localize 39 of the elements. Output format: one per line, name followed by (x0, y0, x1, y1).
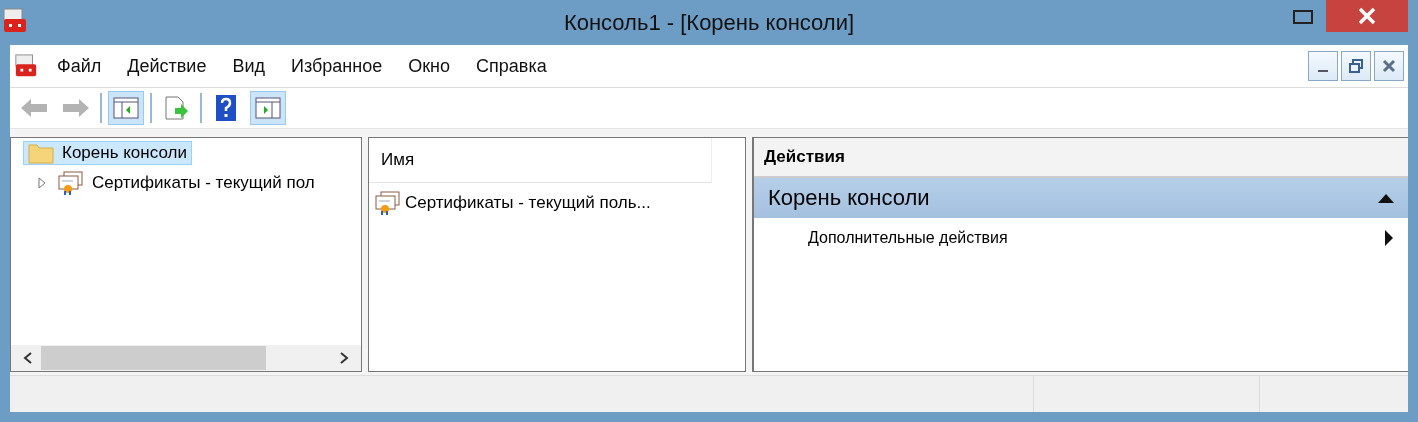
minimize-button[interactable] (1308, 51, 1338, 81)
toolbox-icon (14, 54, 38, 78)
folder-icon (28, 142, 54, 164)
maximize-icon (1293, 10, 1313, 24)
menu-item[interactable]: Действие (114, 55, 220, 77)
export-list-icon (163, 96, 189, 120)
close-icon (1382, 59, 1396, 73)
action-section[interactable]: Корень консоли (754, 178, 1408, 218)
help-icon (215, 94, 237, 122)
horizontal-scrollbar[interactable] (11, 345, 361, 371)
minimize-icon (1318, 70, 1328, 72)
menu-item[interactable]: Справка (463, 55, 560, 77)
close-icon (1358, 7, 1376, 25)
maximize-button[interactable] (1292, 8, 1314, 26)
tree-item[interactable]: Сертификаты - текущий пол (53, 170, 320, 196)
back-arrow-icon (20, 98, 48, 118)
list-item[interactable]: Сертификаты - текущий поль... (369, 183, 745, 223)
action-item[interactable]: Дополнительные действия (754, 218, 1408, 258)
pane-icon (113, 97, 139, 119)
expand-arrow-icon[interactable] (37, 177, 47, 189)
menu-item[interactable]: Окно (395, 55, 464, 77)
restore-button[interactable] (1341, 51, 1371, 81)
restore-icon (1349, 59, 1363, 73)
window-title: Консоль1 - [Корень консоли] (563, 9, 855, 36)
collapse-arrow-icon[interactable] (1378, 193, 1394, 203)
menu-item[interactable]: Избранное (278, 55, 396, 77)
menu-item[interactable]: Вид (219, 55, 278, 77)
menu-item[interactable]: Файл (44, 55, 115, 77)
certificate-icon (375, 191, 401, 215)
close-button[interactable] (1326, 0, 1408, 32)
pane-icon (255, 97, 281, 119)
column-header[interactable]: Имя (369, 138, 712, 183)
tree-item[interactable]: Корень консоли (23, 141, 192, 165)
certificate-icon (58, 171, 84, 195)
actions-header: Действия (754, 138, 1408, 178)
close-button[interactable] (1374, 51, 1404, 81)
toolbox-icon (2, 8, 28, 34)
forward-arrow-icon (62, 98, 90, 118)
submenu-arrow-icon (1384, 230, 1394, 246)
